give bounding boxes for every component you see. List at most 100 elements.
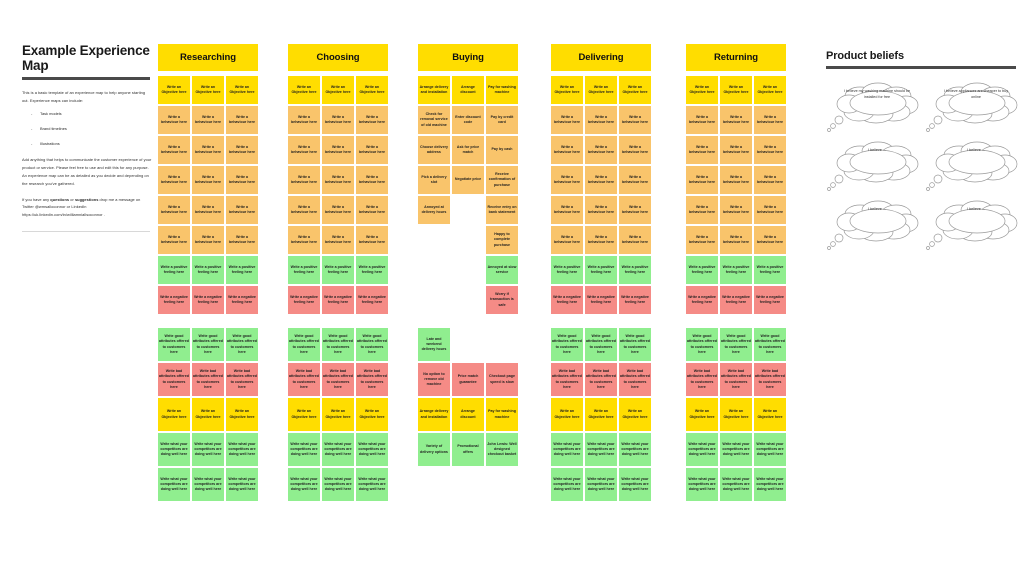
sticky-note-positive-feeling[interactable]: Write a positive feeling here — [288, 256, 320, 284]
sticky-note-good-attribute[interactable]: Write good attributes offered to custome… — [322, 328, 354, 361]
sticky-note-positive-feeling[interactable]: Write a positive feeling here — [551, 256, 583, 284]
sticky-note-behaviour[interactable]: Write a behaviour here — [686, 196, 718, 224]
sticky-note-behaviour[interactable]: Annoyed at delivery hours — [418, 196, 450, 224]
sticky-note-good-attribute[interactable]: Write good attributes offered to custome… — [619, 328, 651, 361]
sticky-note-competitor[interactable]: Write what your competitors are doing we… — [322, 433, 354, 466]
sticky-note-behaviour[interactable]: Write a behaviour here — [158, 226, 190, 254]
sticky-note-objective[interactable]: Write an Objective here — [158, 398, 190, 431]
sticky-note-behaviour[interactable]: Write a behaviour here — [754, 196, 786, 224]
sticky-note-bad-attribute[interactable]: Write bad attributes offered to customer… — [720, 363, 752, 396]
sticky-note-behaviour[interactable]: Write a behaviour here — [288, 166, 320, 194]
sticky-note-behaviour[interactable]: Negotiate price — [452, 166, 484, 194]
sticky-note-behaviour[interactable]: Check for removal service of old machine — [418, 106, 450, 134]
sticky-note-behaviour[interactable]: Write a behaviour here — [754, 106, 786, 134]
sticky-note-competitor[interactable]: Write what your competitors are doing we… — [322, 468, 354, 501]
sticky-note-competitor[interactable]: Write what your competitors are doing we… — [619, 433, 651, 466]
sticky-note-behaviour[interactable]: Write a behaviour here — [356, 196, 388, 224]
sticky-note-objective[interactable]: Write an Objective here — [551, 76, 583, 104]
sticky-note-negative-feeling[interactable]: Write a negative feeling here — [158, 286, 190, 314]
sticky-note-competitor[interactable]: Write what your competitors are doing we… — [158, 468, 190, 501]
sticky-note-objective[interactable]: Write an Objective here — [192, 398, 224, 431]
sticky-note-behaviour[interactable]: Receive entry on bank statement — [486, 196, 518, 224]
sticky-note-competitor[interactable]: Write what your competitors are doing we… — [686, 433, 718, 466]
sticky-note-behaviour[interactable]: Write a behaviour here — [551, 226, 583, 254]
sticky-note-competitor[interactable]: Write what your competitors are doing we… — [192, 468, 224, 501]
sticky-note-competitor[interactable]: Write what your competitors are doing we… — [754, 433, 786, 466]
sticky-note-objective[interactable]: Write an Objective here — [288, 76, 320, 104]
sticky-note-competitor[interactable]: Write what your competitors are doing we… — [720, 468, 752, 501]
sticky-note-competitor[interactable]: Write what your competitors are doing we… — [288, 468, 320, 501]
sticky-note-behaviour[interactable]: Write a behaviour here — [226, 166, 258, 194]
sticky-note-behaviour[interactable]: Write a behaviour here — [322, 196, 354, 224]
sticky-note-bad-attribute[interactable]: No option to remove old machine — [418, 363, 450, 396]
phase-header-returning[interactable]: Returning — [686, 44, 786, 71]
sticky-note-bad-attribute[interactable]: Checkout page speed is slow — [486, 363, 518, 396]
sticky-note-objective[interactable]: Write an Objective here — [288, 398, 320, 431]
sticky-note-behaviour[interactable]: Write a behaviour here — [619, 136, 651, 164]
thought-bubble[interactable]: I believe ... — [925, 199, 1018, 252]
sticky-note-behaviour[interactable]: Write a behaviour here — [288, 226, 320, 254]
sticky-note-positive-feeling[interactable]: Write a positive feeling here — [322, 256, 354, 284]
sticky-note-objective[interactable]: Write an Objective here — [585, 398, 617, 431]
sticky-note-behaviour[interactable]: Pick a delivery slot — [418, 166, 450, 194]
sticky-note-objective[interactable]: Write an Objective here — [356, 398, 388, 431]
sticky-note-positive-feeling[interactable]: Write a positive feeling here — [192, 256, 224, 284]
sticky-note-objective[interactable]: Write an Objective here — [322, 398, 354, 431]
sticky-note-behaviour[interactable]: Write a behaviour here — [356, 136, 388, 164]
sticky-note-objective[interactable]: Arrange discount — [452, 398, 484, 431]
sticky-note-objective[interactable]: Write an Objective here — [226, 76, 258, 104]
sticky-note-good-attribute[interactable]: Write good attributes offered to custome… — [158, 328, 190, 361]
sticky-note-bad-attribute[interactable]: Write bad attributes offered to customer… — [356, 363, 388, 396]
sticky-note-negative-feeling[interactable]: Write a negative feeling here — [585, 286, 617, 314]
phase-header-buying[interactable]: Buying — [418, 44, 518, 71]
sticky-note-objective[interactable]: Arrange delivery and installation — [418, 76, 450, 104]
sticky-note-negative-feeling[interactable]: Write a negative feeling here — [720, 286, 752, 314]
sticky-note-behaviour[interactable]: Write a behaviour here — [356, 166, 388, 194]
sticky-note-objective[interactable]: Write an Objective here — [619, 76, 651, 104]
sticky-note-bad-attribute[interactable]: Price match guarantee — [452, 363, 484, 396]
sticky-note-negative-feeling[interactable]: Write a negative feeling here — [226, 286, 258, 314]
sticky-note-behaviour[interactable]: Write a behaviour here — [754, 136, 786, 164]
sticky-note-positive-feeling[interactable]: Annoyed at slow service — [486, 256, 518, 284]
sticky-note-behaviour[interactable]: Write a behaviour here — [192, 136, 224, 164]
sticky-note-behaviour[interactable]: Write a behaviour here — [619, 226, 651, 254]
sticky-note-behaviour[interactable]: Write a behaviour here — [619, 166, 651, 194]
sticky-note-good-attribute[interactable]: Write good attributes offered to custome… — [192, 328, 224, 361]
sticky-note-bad-attribute[interactable]: Write bad attributes offered to customer… — [686, 363, 718, 396]
sticky-note-negative-feeling[interactable]: Write a negative feeling here — [686, 286, 718, 314]
sticky-note-objective[interactable]: Write an Objective here — [754, 76, 786, 104]
sticky-note-competitor[interactable]: Write what your competitors are doing we… — [356, 433, 388, 466]
sticky-note-objective[interactable]: Write an Objective here — [226, 398, 258, 431]
sticky-note-behaviour[interactable]: Write a behaviour here — [192, 166, 224, 194]
sticky-note-behaviour[interactable]: Pay by cash — [486, 136, 518, 164]
sticky-note-positive-feeling[interactable]: Write a positive feeling here — [686, 256, 718, 284]
sticky-note-competitor[interactable]: Write what your competitors are doing we… — [551, 468, 583, 501]
sticky-note-objective[interactable]: Arrange discount — [452, 76, 484, 104]
sticky-note-negative-feeling[interactable]: Write a negative feeling here — [356, 286, 388, 314]
phase-header-researching[interactable]: Researching — [158, 44, 258, 71]
sticky-note-behaviour[interactable]: Write a behaviour here — [322, 166, 354, 194]
sticky-note-behaviour[interactable]: Write a behaviour here — [754, 166, 786, 194]
sticky-note-behaviour[interactable]: Write a behaviour here — [322, 106, 354, 134]
thought-bubble[interactable]: I believe ... — [826, 140, 919, 193]
sticky-note-behaviour[interactable]: Ask for price match — [452, 136, 484, 164]
sticky-note-behaviour[interactable]: Write a behaviour here — [720, 196, 752, 224]
sticky-note-objective[interactable]: Pay for washing machine — [486, 398, 518, 431]
sticky-note-good-attribute[interactable]: Write good attributes offered to custome… — [356, 328, 388, 361]
sticky-note-objective[interactable]: Write an Objective here — [720, 398, 752, 431]
sticky-note-negative-feeling[interactable]: Write a negative feeling here — [754, 286, 786, 314]
sticky-note-behaviour[interactable]: Write a behaviour here — [158, 196, 190, 224]
sticky-note-behaviour[interactable]: Write a behaviour here — [322, 136, 354, 164]
sticky-note-good-attribute[interactable]: Write good attributes offered to custome… — [288, 328, 320, 361]
sticky-note-competitor[interactable]: Write what your competitors are doing we… — [720, 433, 752, 466]
sticky-note-behaviour[interactable]: Write a behaviour here — [226, 226, 258, 254]
sticky-note-behaviour[interactable]: Write a behaviour here — [226, 106, 258, 134]
sticky-note-behaviour[interactable]: Write a behaviour here — [585, 166, 617, 194]
sticky-note-positive-feeling[interactable]: Write a positive feeling here — [226, 256, 258, 284]
sticky-note-good-attribute[interactable]: Write good attributes offered to custome… — [754, 328, 786, 361]
sticky-note-behaviour[interactable]: Write a behaviour here — [720, 136, 752, 164]
sticky-note-good-attribute[interactable]: Write good attributes offered to custome… — [585, 328, 617, 361]
sticky-note-good-attribute[interactable]: Write good attributes offered to custome… — [720, 328, 752, 361]
sticky-note-bad-attribute[interactable]: Write bad attributes offered to customer… — [619, 363, 651, 396]
sticky-note-competitor[interactable]: Write what your competitors are doing we… — [226, 433, 258, 466]
